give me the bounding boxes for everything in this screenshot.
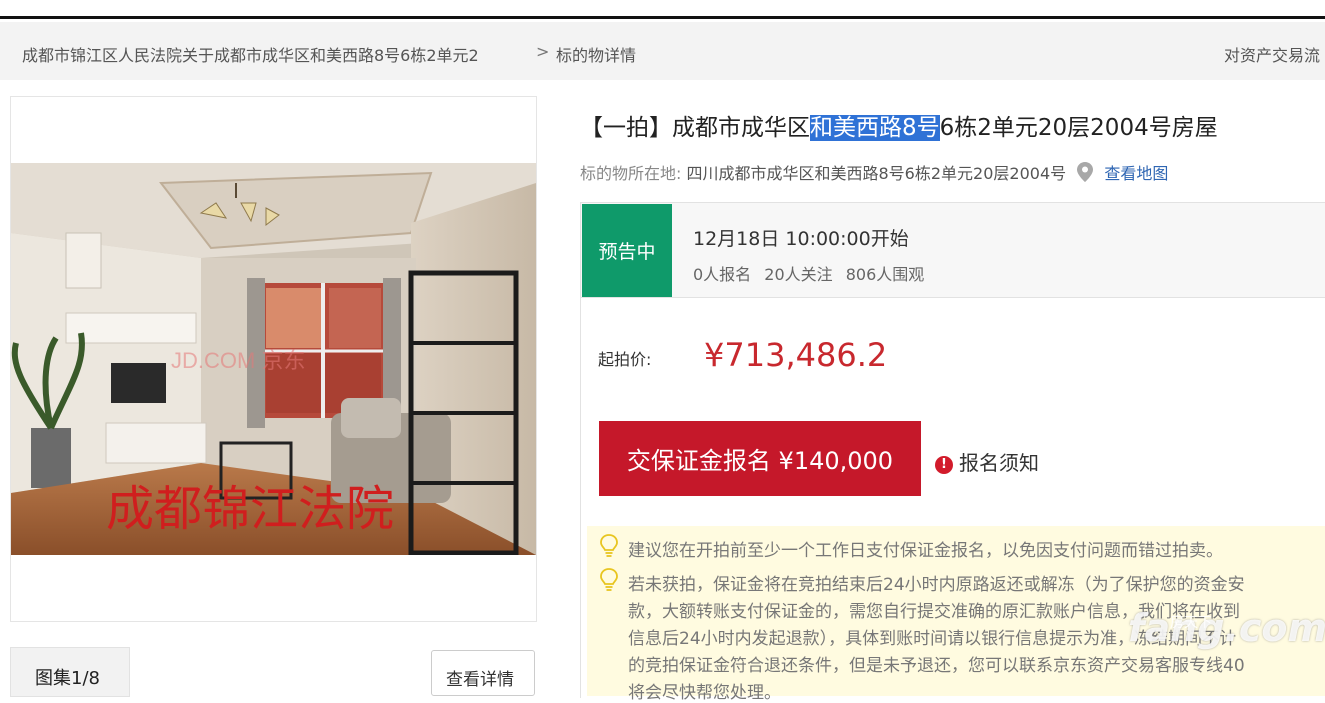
site-watermark: fang.com [1128,606,1325,650]
auction-stats: 0人报名 20人关注 806人围观 [693,261,932,285]
start-time: 12月18日 10:00:00开始 [693,228,909,250]
start-price: ¥713,486.2 [704,336,888,374]
registrants-count: 0人报名 [693,265,752,284]
location-value: 四川成都市成华区和美西路8号6栋2单元20层2004号 [686,164,1067,183]
breadcrumb-separator: > [536,42,550,61]
title-highlight: 和美西路8号 [810,115,940,141]
tip-line-1: 建议您在开拍前至少一个工作日支付保证金报名，以免因支付问题而错过拍卖。 [628,541,1223,561]
location-row: 标的物所在地: 四川成都市成华区和美西路8号6栋2单元20层2004号 查看地图 [580,160,1168,186]
top-border [0,16,1325,19]
registration-notice-link[interactable]: ! 报名须知 [935,447,1039,476]
auction-status-box [580,202,1325,298]
living-room-image: JD.COM 京东 成都锦江法院 [11,163,536,555]
tip-line-6: 将会尽快帮您处理。 [628,683,781,703]
tip-line-2: 若未获拍，保证金将在竞拍结束后24小时内原路返还或解冻（为了保护您的资金安 [628,575,1245,595]
asset-trade-flow-link[interactable]: 对资产交易流 [1224,42,1320,66]
site-watermark-small: 房天下 [1170,615,1212,631]
title-suffix: 6栋2单元20层2004号房屋 [939,115,1218,141]
alert-icon: ! [935,456,953,474]
breadcrumb-item-court[interactable]: 成都市锦江区人民法院关于成都市成华区和美西路8号6栋2单元2 [22,42,479,66]
view-map-link[interactable]: 查看地图 [1104,164,1168,183]
lightbulb-icon [600,568,618,591]
registration-notice-label: 报名须知 [959,451,1039,475]
status-badge: 预告中 [582,204,672,297]
listing-title: 【一拍】成都市成华区和美西路8号6栋2单元20层2004号房屋 [580,108,1218,142]
viewers-count: 806人围观 [845,265,925,284]
breadcrumb: 成都市锦江区人民法院关于成都市成华区和美西路8号6栋2单元2 > 标的物详情 对… [0,22,1325,80]
court-stamp-text: 成都锦江法院 [106,481,394,537]
map-pin-icon [1077,162,1094,186]
followers-count: 20人关注 [764,265,833,284]
start-price-label: 起拍价: [598,350,652,369]
title-prefix: 【一拍】成都市成华区 [580,115,810,141]
pay-deposit-button[interactable]: 交保证金报名 ¥140,000 [599,421,921,496]
photo-watermark: JD.COM 京东 [171,348,305,373]
gallery-counter-button[interactable]: 图集1/8 [10,647,130,697]
lightbulb-icon [600,534,618,557]
location-label: 标的物所在地: [580,164,682,183]
breadcrumb-item-detail: 标的物详情 [556,46,637,65]
property-photo[interactable]: JD.COM 京东 成都锦江法院 [11,163,536,555]
view-details-button[interactable]: 查看详情 [431,650,535,696]
tip-line-5: 的竞拍保证金符合退还条件，但是未予退还，您可以联系京东资产交易客服专线40 [628,656,1245,676]
